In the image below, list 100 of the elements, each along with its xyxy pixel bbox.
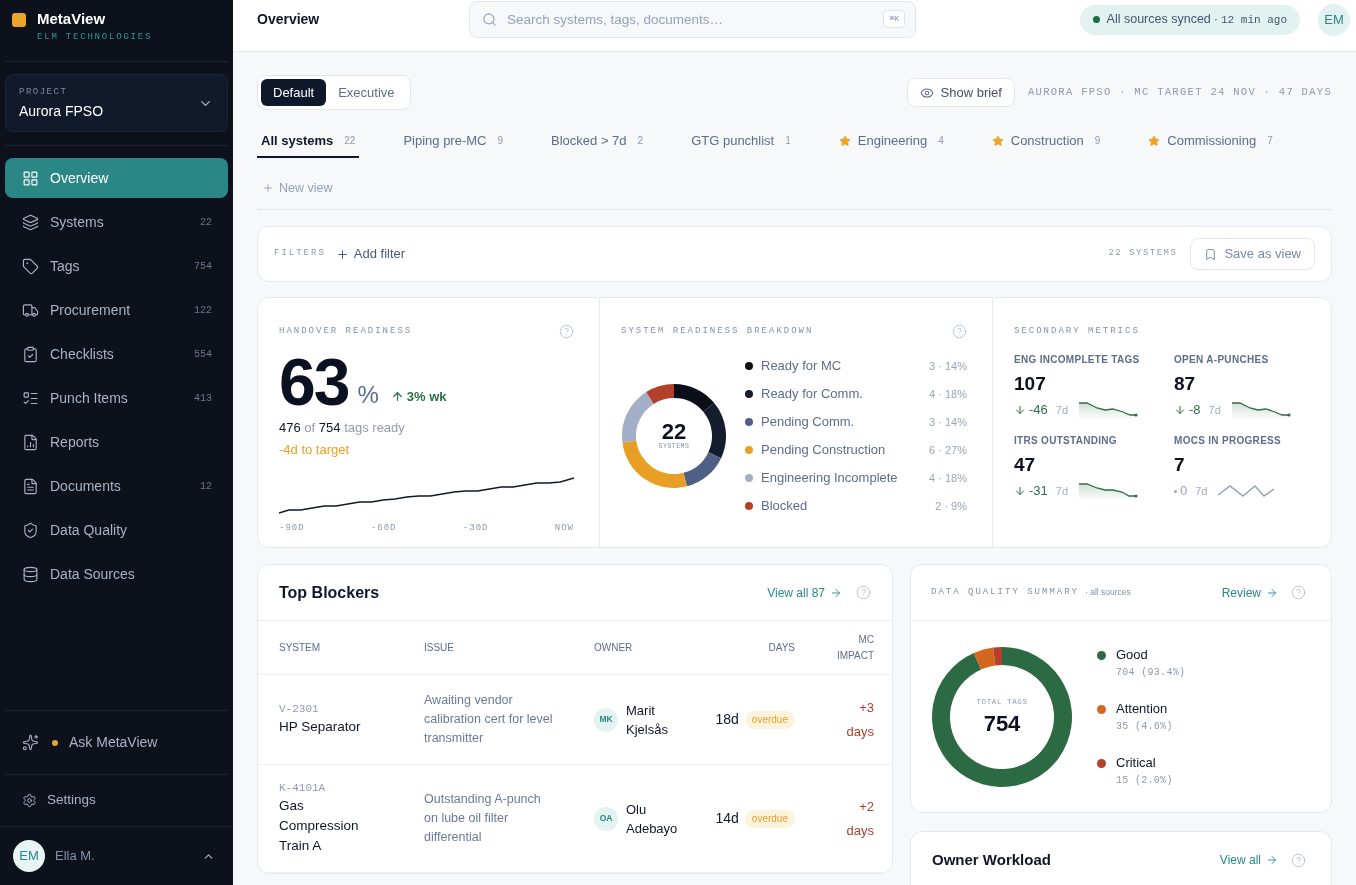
help-icon[interactable] xyxy=(559,324,574,339)
checklist-icon xyxy=(22,389,39,407)
metric-value: 107 xyxy=(1014,372,1047,396)
nav-item[interactable]: Punch Items 413 xyxy=(5,378,228,418)
column-header: SYSTEM xyxy=(279,640,322,655)
logo-icon xyxy=(12,13,26,27)
arrow-right-icon xyxy=(1266,586,1278,599)
view-tab[interactable]: GTG punchlist 1 xyxy=(687,125,795,158)
nav-item[interactable]: Overview xyxy=(5,158,228,198)
metric-value: 7 xyxy=(1174,453,1186,477)
nav-item[interactable]: Systems 22 xyxy=(5,202,228,242)
metric-label: OPEN A-PUNCHES xyxy=(1174,354,1270,366)
metric-period: 7d xyxy=(1208,402,1221,418)
help-icon[interactable] xyxy=(856,585,871,600)
metric-label: ITRS OUTSTANDING xyxy=(1014,435,1118,447)
axis-label: -30D xyxy=(462,523,489,534)
user-avatar[interactable]: EM xyxy=(1318,3,1350,36)
nav-item[interactable]: Tags 754 xyxy=(5,246,228,286)
layout-option[interactable]: Default xyxy=(261,79,327,106)
metric-label: MOCS IN PROGRESS xyxy=(1174,435,1283,447)
nav-item[interactable]: Reports xyxy=(5,422,228,462)
nav-item[interactable]: Checklists 554 xyxy=(5,334,228,374)
legend-label: Good xyxy=(1116,646,1148,665)
card-title: Top Blockers xyxy=(279,582,381,603)
project-selector[interactable]: PROJECT Aurora FPSO xyxy=(5,74,228,132)
view-tab[interactable]: Blocked > 7d 2 xyxy=(547,125,648,158)
metric-change: -8 xyxy=(1189,401,1201,420)
shield-check-icon xyxy=(22,521,39,539)
view-count: 1 xyxy=(785,134,791,148)
search-icon xyxy=(482,12,497,27)
grid-icon xyxy=(22,169,39,187)
column-header: MC IMPACT xyxy=(835,632,874,663)
result-count: 22 SYSTEMS xyxy=(1108,247,1178,261)
layout-option[interactable]: Executive xyxy=(326,79,407,106)
ask-assistant-button[interactable]: Ask MetaView xyxy=(5,711,228,774)
arrow-down-icon xyxy=(1174,404,1186,416)
nav-item[interactable]: Data Quality xyxy=(5,510,228,550)
help-icon[interactable] xyxy=(1291,852,1306,868)
user-avatar: EM xyxy=(13,840,45,872)
metric-value: 87 xyxy=(1174,372,1197,396)
donut-total: 22 xyxy=(661,421,687,443)
mc-impact: +3 days xyxy=(845,698,874,741)
owner-name: Olu Adebayo xyxy=(626,800,679,838)
sparkle-icon xyxy=(22,734,39,751)
nav-count: 554 xyxy=(194,347,212,362)
add-filter-button[interactable]: Add filter xyxy=(335,244,406,264)
sparkline xyxy=(1078,400,1139,420)
axis-label: NOW xyxy=(554,523,574,534)
view-all-link[interactable]: View all 87 xyxy=(767,583,842,602)
clipboard-check-icon xyxy=(22,345,39,363)
issue-text: Outstanding A-punch on lube oil filter differential xyxy=(424,791,542,846)
settings-icon xyxy=(22,793,37,808)
nav-item[interactable]: Documents 12 xyxy=(5,466,228,506)
metric-change: -31 xyxy=(1029,482,1048,501)
show-brief-button[interactable]: Show brief xyxy=(906,78,1015,107)
help-icon[interactable] xyxy=(1291,585,1306,600)
legend-value: 6 · 27% xyxy=(929,442,967,458)
legend-value: 3 · 14% xyxy=(929,414,967,430)
legend-label: Pending Comm. xyxy=(761,413,856,432)
user-name: Ella M. xyxy=(55,847,96,866)
layers-icon xyxy=(22,213,39,231)
review-link[interactable]: Review xyxy=(1221,583,1278,602)
mc-impact: +2 days xyxy=(845,797,874,840)
legend-value: 2 · 9% xyxy=(935,498,967,514)
view-all-link[interactable]: View all xyxy=(1219,851,1278,869)
section-title: SECONDARY METRICS xyxy=(1014,325,1141,338)
system-name: HP Separator xyxy=(279,718,362,736)
system-code: K-4101A xyxy=(279,781,327,796)
legend-label: Engineering Incomplete xyxy=(761,469,899,488)
save-view-button[interactable]: Save as view xyxy=(1190,238,1315,270)
sparkline xyxy=(1078,481,1139,501)
page-title: Overview xyxy=(257,10,321,29)
nav-item[interactable]: Data Sources xyxy=(5,554,228,594)
owner-name: Marit Kjelsås xyxy=(626,701,669,739)
legend-detail: 35 (4.6%) xyxy=(1116,719,1174,733)
section-title: HANDOVER READINESS xyxy=(279,324,413,338)
column-header: DAYS xyxy=(768,640,795,655)
legend-label: Ready for MC xyxy=(761,357,843,376)
view-count: 2 xyxy=(637,134,644,148)
legend-label: Pending Construction xyxy=(761,441,887,460)
nav-item[interactable]: Procurement 122 xyxy=(5,290,228,330)
weekly-change: 3% wk xyxy=(406,387,447,406)
help-icon[interactable] xyxy=(952,324,967,339)
file-chart-icon xyxy=(22,433,39,451)
view-tab[interactable]: Commissioning 7 xyxy=(1144,125,1277,158)
metric-change: -46 xyxy=(1029,401,1048,420)
axis-label: -90D xyxy=(279,523,305,534)
view-tab[interactable]: Construction 9 xyxy=(987,125,1105,158)
legend-value: 4 · 18% xyxy=(929,386,967,402)
metric-period: 7d xyxy=(1195,483,1208,499)
view-tab[interactable]: Piping pre-MC 9 xyxy=(399,125,508,158)
tag-icon xyxy=(22,257,39,275)
view-tab[interactable]: All systems 22 xyxy=(257,125,360,158)
metric-label: ENG INCOMPLETE TAGS xyxy=(1014,354,1141,366)
tags-ready-text: 476 of 754 tags ready xyxy=(279,419,406,437)
system-code: V-2301 xyxy=(279,702,320,717)
column-header: OWNER xyxy=(594,640,634,655)
view-tab[interactable]: Engineering 4 xyxy=(834,125,948,158)
settings-item[interactable]: Settings xyxy=(5,775,228,826)
status-label: overdue xyxy=(744,710,795,729)
